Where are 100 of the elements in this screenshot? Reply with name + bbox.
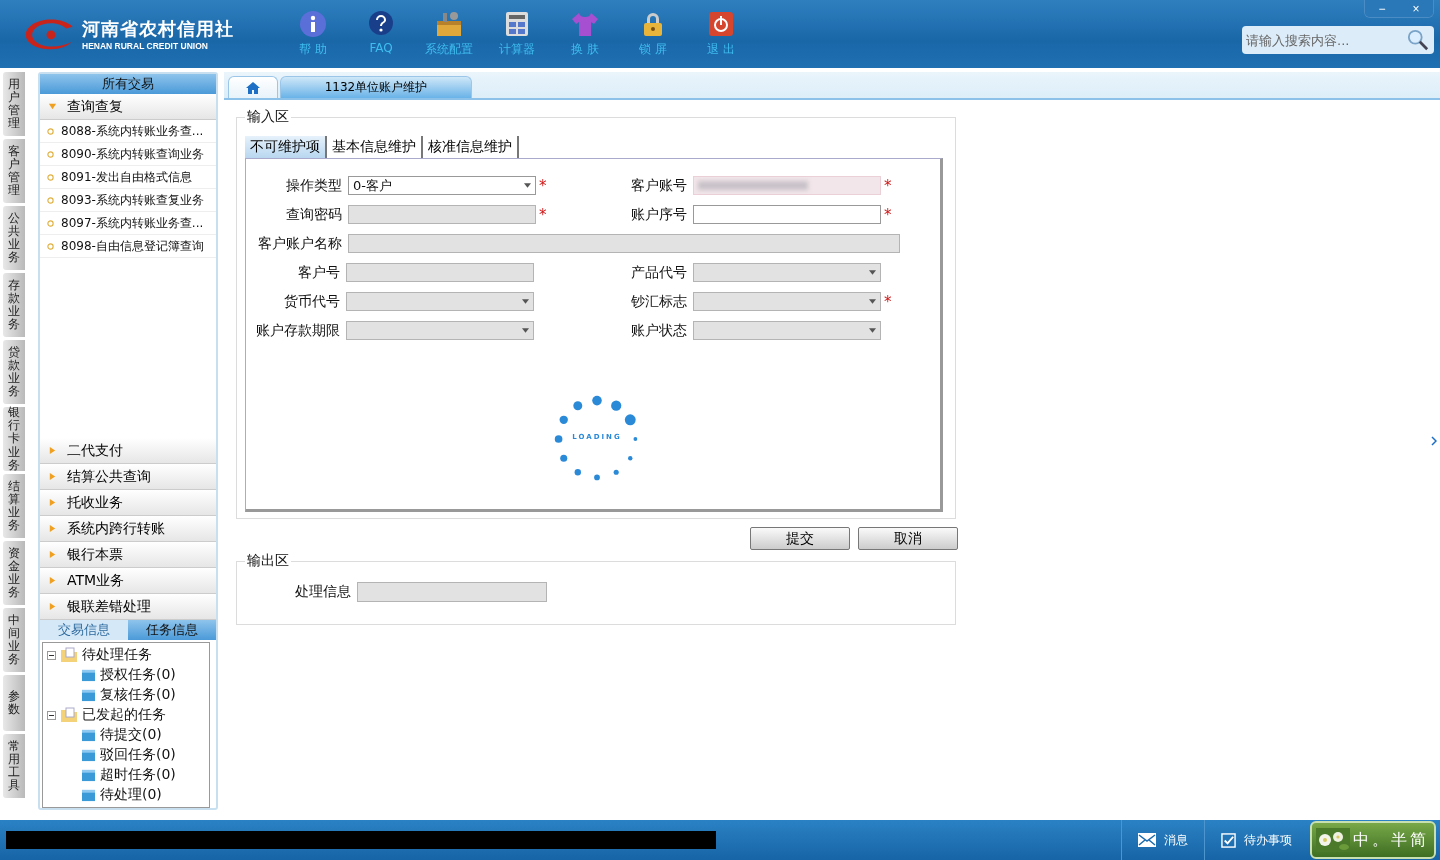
collapse-icon[interactable]: [47, 650, 56, 660]
ime-label: 半: [1391, 829, 1407, 851]
required-mark: *: [538, 205, 547, 224]
tree-node[interactable]: 复核任务(0): [100, 686, 176, 704]
menu-group[interactable]: 系统内跨行转账: [40, 516, 216, 542]
section-legend: 输出区: [245, 552, 291, 570]
menu-group[interactable]: 银联差错处理: [40, 594, 216, 620]
required-mark: *: [883, 176, 892, 195]
tree-node[interactable]: 待处理(0): [100, 786, 162, 804]
panel-title: 所有交易: [40, 74, 216, 94]
required-mark: *: [538, 176, 547, 195]
required-mark: *: [883, 292, 892, 311]
required-mark: *: [883, 205, 892, 224]
circle-bullet-icon: [47, 127, 54, 135]
toolbox-icon: [435, 10, 463, 38]
folder-icon: [81, 688, 96, 702]
field-label: 账户状态: [630, 321, 688, 340]
field-label: 账户序号: [630, 205, 688, 224]
side-tab[interactable]: 中间业务: [3, 608, 25, 672]
side-tab[interactable]: 客户管理: [3, 139, 25, 203]
side-tab[interactable]: 存款业务: [3, 273, 25, 337]
field-label: 客户号: [297, 263, 341, 282]
folder-icon: [60, 707, 78, 723]
tree-node[interactable]: 待处理任务: [82, 646, 152, 664]
menu-group[interactable]: 托收业务: [40, 490, 216, 516]
menu-group[interactable]: 结算公共查询: [40, 464, 216, 490]
side-tab[interactable]: 用户管理: [3, 72, 25, 136]
page-tab[interactable]: 1132单位账户维护: [280, 76, 472, 98]
menu-group[interactable]: 银行本票: [40, 542, 216, 568]
dropdown-caret-icon: [869, 328, 876, 333]
menu-item[interactable]: 8091-发出自由格式信息: [40, 166, 216, 189]
tree-node[interactable]: 授权任务(0): [100, 666, 176, 684]
ime-label: 。: [1372, 829, 1388, 851]
submit-button[interactable]: 提交: [750, 527, 850, 550]
folder-icon: [81, 768, 96, 782]
side-tab[interactable]: 常用工具: [3, 734, 25, 798]
search-icon: [1407, 29, 1429, 51]
side-tab[interactable]: 银行卡业务: [3, 407, 25, 471]
chevron-right-icon[interactable]: [1431, 436, 1437, 446]
menu-group[interactable]: 二代支付: [40, 438, 216, 464]
close-button[interactable]: ×: [1399, 0, 1433, 17]
dropdown-caret-icon: [869, 299, 876, 304]
status-button[interactable]: 消息: [1121, 820, 1204, 860]
checkbox-icon: [1221, 832, 1236, 848]
dropdown-field[interactable]: 0-客户: [348, 176, 536, 195]
status-button[interactable]: 待办事项: [1204, 820, 1308, 860]
form-tab[interactable]: 不可维护项: [245, 136, 327, 158]
tree-node[interactable]: 驳回任务(0): [100, 746, 176, 764]
circle-bullet-icon: [47, 219, 54, 227]
cancel-button[interactable]: 取消: [858, 527, 958, 550]
side-tab[interactable]: 贷款业务: [3, 340, 25, 404]
side-tab[interactable]: 公共业务: [3, 206, 25, 270]
folder-icon: [81, 668, 96, 682]
side-tab[interactable]: 参数: [3, 675, 25, 731]
folder-icon: [81, 728, 96, 742]
field-label: 操作类型: [285, 176, 343, 195]
power-icon: [707, 10, 735, 38]
dropdown-caret-icon: [522, 299, 529, 304]
tree-node[interactable]: 超时任务(0): [100, 766, 176, 784]
dropdown-caret-icon: [869, 270, 876, 275]
ime-toolbar[interactable]: 中 。 半 简: [1310, 821, 1436, 859]
input-field[interactable]: [693, 205, 881, 224]
field-label: 客户账户名称: [257, 234, 343, 253]
logo-subtitle: HENAN RURAL CREDIT UNION: [82, 41, 209, 51]
ime-label: 简: [1410, 829, 1426, 851]
dropdown-caret-icon: [522, 328, 529, 333]
field-label: 钞汇标志: [630, 292, 688, 311]
circle-bullet-icon: [47, 150, 54, 158]
calculator-icon: [503, 10, 531, 38]
tree-node[interactable]: 待提交(0): [100, 726, 162, 744]
menu-item[interactable]: 8088-系统内转账业务查...: [40, 120, 216, 143]
info-icon: [299, 10, 327, 38]
home-tab[interactable]: [228, 76, 278, 98]
menu-item[interactable]: 8098-自由信息登记簿查询: [40, 235, 216, 258]
menu-item[interactable]: 8097-系统内转账业务查...: [40, 212, 216, 235]
question-icon: [367, 10, 395, 38]
menu-group[interactable]: ATM业务: [40, 568, 216, 594]
tree-node[interactable]: 已发起的任务: [82, 706, 166, 724]
field-label: 货币代号: [283, 292, 341, 311]
folder-icon: [81, 748, 96, 762]
minimize-button[interactable]: −: [1365, 0, 1399, 17]
menu-item[interactable]: 8090-系统内转账查询业务: [40, 143, 216, 166]
side-tab[interactable]: 结算业务: [3, 474, 25, 538]
menu-group[interactable]: 查询查复: [40, 94, 216, 120]
panel-tab[interactable]: 任务信息: [128, 620, 216, 640]
search-field[interactable]: 请输入搜索内容...: [1242, 26, 1434, 54]
field-label: 查询密码: [285, 205, 343, 224]
collapse-icon[interactable]: [47, 710, 56, 720]
section-legend: 输入区: [245, 108, 291, 126]
field-label: 处理信息: [294, 583, 352, 601]
blurred-field[interactable]: [693, 176, 881, 195]
folder-icon: [81, 788, 96, 802]
panel-tab[interactable]: 交易信息: [40, 620, 128, 640]
envelope-icon: [1138, 833, 1156, 847]
side-tab[interactable]: 资金业务: [3, 541, 25, 605]
field-label: 客户账号: [630, 176, 688, 195]
field-label: 账户存款期限: [255, 321, 341, 340]
logo-title: 河南省农村信用社: [82, 17, 234, 41]
menu-item[interactable]: 8093-系统内转账查复业务: [40, 189, 216, 212]
dropdown-caret-icon: [524, 183, 531, 188]
